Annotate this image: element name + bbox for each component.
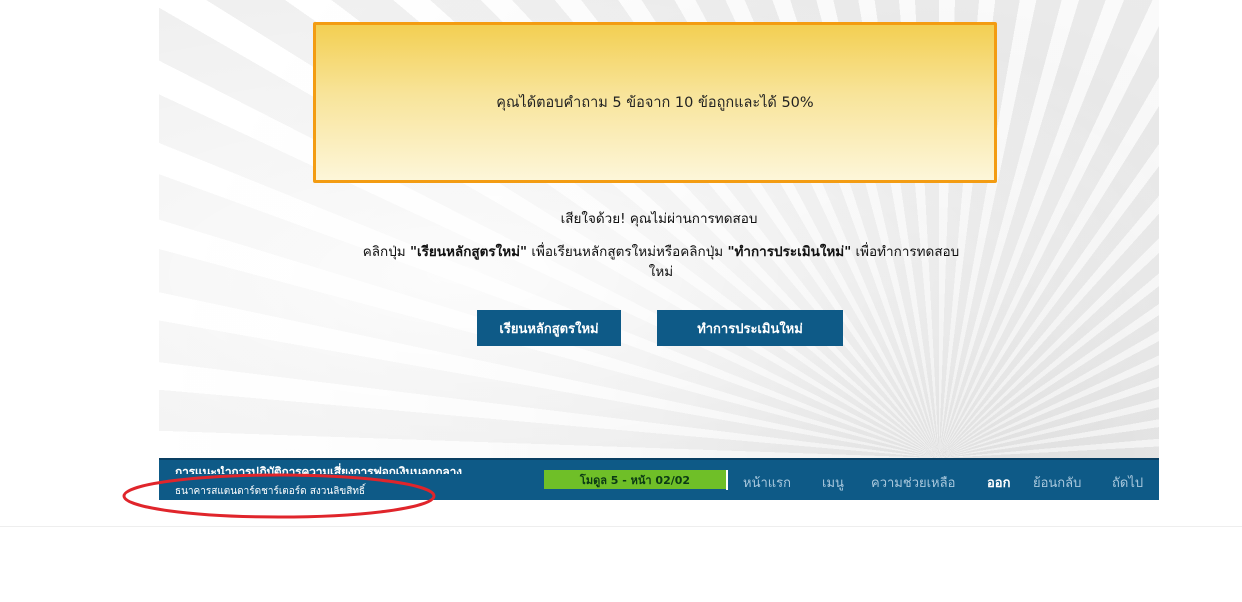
nav-back-link[interactable]: ย้อนกลับ: [1033, 472, 1081, 493]
instruction-reassess-label: "ทำการประเมินใหม่": [727, 244, 852, 260]
instruction-text: คลิกปุ่ม "เรียนหลักสูตรใหม่" เพื่อเรียนห…: [359, 242, 963, 282]
score-result-text: คุณได้ตอบคำถาม 5 ข้อจาก 10 ข้อถูกและได้ …: [496, 95, 814, 111]
reassess-button[interactable]: ทำการประเมินใหม่: [657, 310, 843, 346]
page-divider: [0, 526, 1242, 527]
instruction-prefix: คลิกปุ่ม: [362, 244, 410, 260]
nav-exit-link[interactable]: ออก: [987, 472, 1011, 493]
fail-message: เสียใจด้วย! คุณไม่ผ่านการทดสอบ: [560, 211, 758, 227]
nav-next-link[interactable]: ถัดไป: [1112, 472, 1143, 493]
instruction-middle: เพื่อเรียนหลักสูตรใหม่หรือคลิกปุ่ม: [527, 244, 728, 260]
course-player-window: คุณได้ตอบคำถาม 5 ข้อจาก 10 ข้อถูกและได้ …: [0, 0, 1242, 602]
instruction-restart-label: "เรียนหลักสูตรใหม่": [410, 244, 528, 260]
restart-course-button[interactable]: เรียนหลักสูตรใหม่: [477, 310, 621, 346]
nav-menu-link[interactable]: เมนู: [822, 472, 844, 493]
course-title: การแนะนำการปฏิบัติการความเสี่ยงการฟอกเงิ…: [175, 465, 462, 474]
nav-help-link[interactable]: ความช่วยเหลือ: [871, 472, 955, 493]
footer-navigation-bar: การแนะนำการปฏิบัติการความเสี่ยงการฟอกเงิ…: [159, 458, 1159, 500]
nav-divider: [726, 470, 728, 490]
nav-home-link[interactable]: หน้าแรก: [743, 472, 791, 493]
module-page-indicator: โมดูล 5 - หน้า 02/02: [544, 470, 726, 489]
copyright-text: ธนาคารสแตนดาร์ดชาร์เตอร์ด สงวนลิขสิทธิ์: [175, 486, 366, 497]
score-result-box: คุณได้ตอบคำถาม 5 ข้อจาก 10 ข้อถูกและได้ …: [313, 22, 997, 183]
